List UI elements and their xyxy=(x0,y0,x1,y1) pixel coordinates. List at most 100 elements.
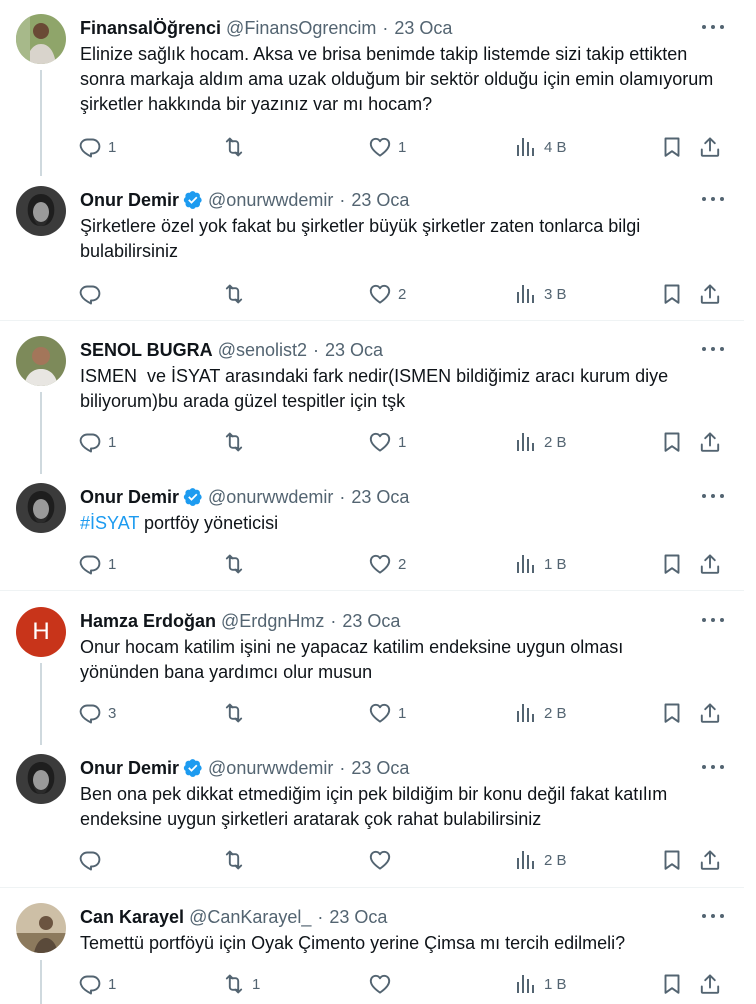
like-button[interactable]: 2 xyxy=(368,551,406,577)
tweet[interactable]: Onur Demir @onurwwdemir · 23 Oca Şirketl… xyxy=(0,188,744,318)
author-name[interactable]: FinansalÖğrenci xyxy=(80,16,221,40)
views-icon xyxy=(514,701,538,725)
timestamp[interactable]: 23 Oca xyxy=(351,485,409,509)
reply-icon xyxy=(78,552,102,576)
like-button[interactable]: 1 xyxy=(368,700,406,726)
author-handle[interactable]: @CanKarayel_ xyxy=(189,905,311,929)
retweet-button[interactable] xyxy=(222,281,252,307)
share-button[interactable] xyxy=(698,971,722,997)
author-handle[interactable]: @ErdgnHmz xyxy=(221,609,324,633)
share-button[interactable] xyxy=(698,551,722,577)
divider xyxy=(0,590,744,591)
share-button[interactable] xyxy=(698,429,722,455)
like-icon xyxy=(368,552,392,576)
timestamp[interactable]: 23 Oca xyxy=(351,756,409,780)
tweet[interactable]: Onur Demir @onurwwdemir · 23 Oca #İSYAT … xyxy=(0,485,744,585)
reply-button[interactable]: 1 xyxy=(78,134,116,160)
more-icon[interactable] xyxy=(702,22,724,32)
bookmark-button[interactable] xyxy=(660,281,684,307)
tweet[interactable]: Can Karayel @CanKarayel_ · 23 Oca Temett… xyxy=(0,905,744,1004)
views-button[interactable]: 2 B xyxy=(514,847,567,873)
timestamp[interactable]: 23 Oca xyxy=(329,905,387,929)
views-button[interactable]: 2 B xyxy=(514,429,567,455)
share-icon xyxy=(698,972,722,996)
bookmark-button[interactable] xyxy=(660,971,684,997)
retweet-button[interactable]: 1 xyxy=(222,971,260,997)
more-icon[interactable] xyxy=(702,491,724,501)
bookmark-button[interactable] xyxy=(660,847,684,873)
views-icon xyxy=(514,282,538,306)
author-name[interactable]: Hamza Erdoğan xyxy=(80,609,216,633)
views-button[interactable]: 4 B xyxy=(514,134,567,160)
reply-button[interactable] xyxy=(78,847,108,873)
timestamp[interactable]: 23 Oca xyxy=(351,188,409,212)
like-button[interactable]: 2 xyxy=(368,281,406,307)
more-icon[interactable] xyxy=(702,344,724,354)
more-icon[interactable] xyxy=(702,911,724,921)
like-button[interactable] xyxy=(368,847,398,873)
reply-button[interactable]: 3 xyxy=(78,700,116,726)
like-icon xyxy=(368,135,392,159)
bookmark-icon xyxy=(660,552,684,576)
views-button[interactable]: 1 B xyxy=(514,551,567,577)
like-count: 2 xyxy=(398,285,407,303)
views-button[interactable]: 2 B xyxy=(514,700,567,726)
reply-button[interactable]: 1 xyxy=(78,971,116,997)
share-button[interactable] xyxy=(698,847,722,873)
tweet[interactable]: SENOL BUGRA @senolist2 · 23 Oca ISMEN ve… xyxy=(0,338,744,468)
views-count: 4 B xyxy=(544,138,567,156)
retweet-button[interactable] xyxy=(222,551,252,577)
author-name[interactable]: SENOL BUGRA xyxy=(80,338,213,362)
retweet-count: 1 xyxy=(252,975,261,993)
author-name[interactable]: Onur Demir xyxy=(80,188,179,212)
bookmark-button[interactable] xyxy=(660,134,684,160)
bookmark-button[interactable] xyxy=(660,551,684,577)
author-handle[interactable]: @FinansOgrencim xyxy=(226,16,376,40)
separator-dot: · xyxy=(313,340,320,360)
author-handle[interactable]: @senolist2 xyxy=(218,338,307,362)
author-name[interactable]: Can Karayel xyxy=(80,905,184,929)
more-icon[interactable] xyxy=(702,615,724,625)
reply-button[interactable]: 1 xyxy=(78,551,116,577)
retweet-button[interactable] xyxy=(222,700,252,726)
retweet-button[interactable] xyxy=(222,134,252,160)
views-count: 2 B xyxy=(544,851,567,869)
verified-badge-icon xyxy=(183,487,203,507)
reply-button[interactable] xyxy=(78,281,108,307)
author-name[interactable]: Onur Demir xyxy=(80,485,179,509)
bookmark-button[interactable] xyxy=(660,429,684,455)
bookmark-button[interactable] xyxy=(660,700,684,726)
tweet-text: Onur hocam katilim işini ne yapacaz kati… xyxy=(80,637,624,682)
tweet-header: FinansalÖğrenci @FinansOgrencim · 23 Oca xyxy=(80,16,452,40)
tweet[interactable]: Onur Demir @onurwwdemir · 23 Oca Ben ona… xyxy=(0,756,744,886)
like-button[interactable] xyxy=(368,971,398,997)
more-icon[interactable] xyxy=(702,194,724,204)
like-count: 2 xyxy=(398,555,407,573)
timestamp[interactable]: 23 Oca xyxy=(394,16,452,40)
more-icon[interactable] xyxy=(702,762,724,772)
share-button[interactable] xyxy=(698,281,722,307)
hashtag-link[interactable]: #İSYAT xyxy=(80,513,139,533)
author-handle[interactable]: @onurwwdemir xyxy=(208,756,333,780)
reply-button[interactable]: 1 xyxy=(78,429,116,455)
like-icon xyxy=(368,282,392,306)
retweet-button[interactable] xyxy=(222,847,252,873)
retweet-icon xyxy=(222,848,246,872)
author-handle[interactable]: @onurwwdemir xyxy=(208,188,333,212)
author-handle[interactable]: @onurwwdemir xyxy=(208,485,333,509)
timestamp[interactable]: 23 Oca xyxy=(342,609,400,633)
views-button[interactable]: 1 B xyxy=(514,971,567,997)
tweet-text: Elinize sağlık hocam. Aksa ve brisa beni… xyxy=(80,44,714,114)
retweet-icon xyxy=(222,430,246,454)
share-button[interactable] xyxy=(698,134,722,160)
author-name[interactable]: Onur Demir xyxy=(80,756,179,780)
views-button[interactable]: 3 B xyxy=(514,281,567,307)
timestamp[interactable]: 23 Oca xyxy=(325,338,383,362)
tweet[interactable]: Hamza Erdoğan @ErdgnHmz · 23 Oca Onur ho… xyxy=(0,609,744,739)
like-button[interactable]: 1 xyxy=(368,134,406,160)
retweet-button[interactable] xyxy=(222,429,252,455)
like-button[interactable]: 1 xyxy=(368,429,406,455)
share-button[interactable] xyxy=(698,700,722,726)
tweet[interactable]: FinansalÖğrenci @FinansOgrencim · 23 Oca… xyxy=(0,16,744,164)
tweet-header: SENOL BUGRA @senolist2 · 23 Oca xyxy=(80,338,383,362)
